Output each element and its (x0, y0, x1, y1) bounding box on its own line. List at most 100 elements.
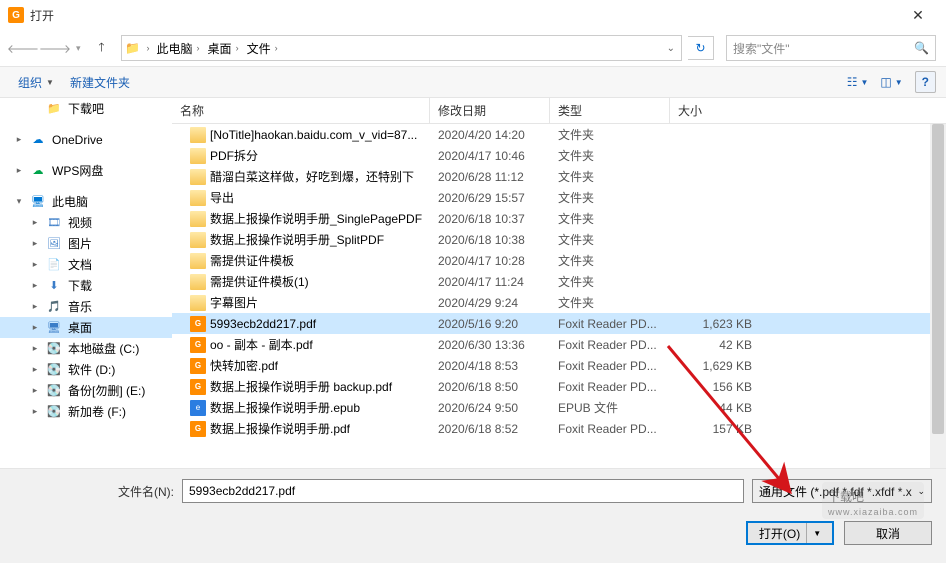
file-row[interactable]: PDF拆分2020/4/17 10:46文件夹 (172, 145, 946, 166)
folder-icon (190, 274, 206, 290)
file-size: 156 KB (670, 380, 760, 394)
sidebar-item[interactable]: ▸🖥桌面 (0, 317, 172, 338)
file-type: 文件夹 (550, 231, 670, 248)
window-title: 打开 (30, 7, 898, 24)
sidebar-item-label: WPS网盘 (52, 162, 103, 179)
sidebar-item[interactable]: 📁下载吧 (0, 98, 172, 119)
scrollbar[interactable] (930, 124, 946, 468)
address-row: 🡐 🡒 ▾ 🡑 📁 › 此电脑› 桌面› 文件› ⌄ ↻ 搜索"文件" 🔍 (0, 30, 946, 66)
file-row[interactable]: 字幕图片2020/4/29 9:24文件夹 (172, 292, 946, 313)
expand-icon[interactable]: ▸ (30, 217, 40, 228)
titlebar: G 打开 ✕ (0, 0, 946, 30)
file-row[interactable]: 数据上报操作说明手册_SinglePagePDF2020/6/18 10:37文… (172, 208, 946, 229)
file-type: 文件夹 (550, 252, 670, 269)
expand-icon[interactable]: ▸ (30, 238, 40, 249)
breadcrumb-item[interactable]: 此电脑› (153, 36, 204, 60)
file-date: 2020/5/16 9:20 (430, 317, 550, 331)
file-type: Foxit Reader PD... (550, 422, 670, 436)
sidebar-item[interactable]: ▸☁WPS网盘 (0, 160, 172, 181)
file-row[interactable]: G数据上报操作说明手册.pdf2020/6/18 8:52Foxit Reade… (172, 418, 946, 439)
file-row[interactable]: 醋溜白菜这样做，好吃到爆，还特别下2020/6/28 11:12文件夹 (172, 166, 946, 187)
column-name[interactable]: 名称 (172, 98, 430, 123)
close-button[interactable]: ✕ (898, 0, 938, 30)
sidebar-item-label: 图片 (68, 235, 92, 252)
up-button[interactable]: 🡑 (89, 35, 115, 61)
file-row[interactable]: G5993ecb2dd217.pdf2020/5/16 9:20Foxit Re… (172, 313, 946, 334)
forward-button: 🡒 (42, 35, 68, 61)
chevron-right-icon: › (144, 43, 153, 53)
pdf-icon: G (190, 337, 206, 353)
folder-icon (190, 127, 206, 143)
sidebar-item[interactable]: ▸💽本地磁盘 (C:) (0, 338, 172, 359)
split-dropdown-icon[interactable]: ▼ (806, 523, 821, 543)
expand-icon[interactable]: ▸ (14, 134, 24, 145)
expand-icon[interactable]: ▸ (30, 343, 40, 354)
new-folder-button[interactable]: 新建文件夹 (62, 70, 138, 95)
preview-pane-button[interactable]: ◫▼ (874, 72, 908, 92)
file-date: 2020/4/18 8:53 (430, 359, 550, 373)
expand-icon[interactable]: ▸ (30, 385, 40, 396)
sidebar-item[interactable]: ▸☁OneDrive (0, 129, 172, 150)
file-date: 2020/6/18 10:38 (430, 233, 550, 247)
column-type[interactable]: 类型 (550, 98, 670, 123)
sidebar-item[interactable]: ▸ 🖼 图片 (0, 233, 172, 254)
pic-icon: 🖼 (46, 236, 62, 252)
sidebar-item[interactable]: ▸📄文档 (0, 254, 172, 275)
view-mode-button[interactable]: ☷▼ (841, 72, 875, 92)
file-date: 2020/6/18 8:50 (430, 380, 550, 394)
expand-icon[interactable]: ▸ (14, 165, 24, 176)
back-button[interactable]: 🡐 (10, 35, 36, 61)
file-row[interactable]: 数据上报操作说明手册_SplitPDF2020/6/18 10:38文件夹 (172, 229, 946, 250)
sidebar-item-label: OneDrive (52, 133, 103, 147)
expand-icon[interactable]: ▸ (30, 280, 40, 291)
sidebar: 📁下载吧▸☁OneDrive▸☁WPS网盘▾🖥此电脑▸🎞视频▸🖼图片▸📄文档▸⬇… (0, 98, 172, 468)
breadcrumb-dropdown[interactable]: ⌄ (660, 43, 681, 54)
folder-icon (190, 169, 206, 185)
file-name: 需提供证件模板 (172, 252, 430, 269)
pdf-icon: G (190, 316, 206, 332)
file-row[interactable]: e数据上报操作说明手册.epub2020/6/24 9:50EPUB 文件44 … (172, 397, 946, 418)
file-row[interactable]: 需提供证件模板(1)2020/4/17 11:24文件夹 (172, 271, 946, 292)
sidebar-item-label: 软件 (D:) (68, 361, 115, 378)
file-row[interactable]: 导出2020/6/29 15:57文件夹 (172, 187, 946, 208)
main-area: 📁下载吧▸☁OneDrive▸☁WPS网盘▾🖥此电脑▸🎞视频▸🖼图片▸📄文档▸⬇… (0, 98, 946, 468)
help-button[interactable]: ? (915, 71, 936, 93)
history-dropdown[interactable]: ▾ (74, 43, 83, 54)
open-button[interactable]: 打开(O)▼ (746, 521, 834, 545)
search-input[interactable]: 搜索"文件" 🔍 (726, 35, 936, 61)
expand-icon[interactable]: ▾ (14, 196, 24, 207)
breadcrumb[interactable]: 📁 › 此电脑› 桌面› 文件› ⌄ (121, 35, 682, 61)
sidebar-item[interactable]: ▸🎵音乐 (0, 296, 172, 317)
chevron-right-icon: › (275, 43, 278, 53)
expand-icon[interactable]: ▸ (30, 364, 40, 375)
folder-icon (190, 148, 206, 164)
expand-icon[interactable]: ▸ (30, 301, 40, 312)
expand-icon[interactable]: ▸ (30, 406, 40, 417)
filename-input[interactable] (182, 479, 744, 503)
search-icon: 🔍 (914, 41, 929, 55)
refresh-button[interactable]: ↻ (688, 36, 714, 60)
file-size: 157 KB (670, 422, 760, 436)
file-row[interactable]: G快转加密.pdf2020/4/18 8:53Foxit Reader PD..… (172, 355, 946, 376)
column-size[interactable]: 大小 (670, 98, 946, 123)
file-row[interactable]: [NoTitle]haokan.baidu.com_v_vid=87...202… (172, 124, 946, 145)
sidebar-item[interactable]: ▾🖥此电脑 (0, 191, 172, 212)
file-size: 44 KB (670, 401, 760, 415)
sidebar-item[interactable]: ▸💽软件 (D:) (0, 359, 172, 380)
sidebar-item[interactable]: ▸🎞视频 (0, 212, 172, 233)
expand-icon[interactable]: ▸ (30, 322, 40, 333)
expand-icon[interactable]: ▸ (30, 259, 40, 270)
file-name: G5993ecb2dd217.pdf (172, 316, 430, 332)
breadcrumb-item[interactable]: 文件› (243, 36, 282, 60)
organize-button[interactable]: 组织▼ (10, 70, 62, 95)
file-row[interactable]: Goo - 副本 - 副本.pdf2020/6/30 13:36Foxit Re… (172, 334, 946, 355)
column-date[interactable]: 修改日期 (430, 98, 550, 123)
file-row[interactable]: G数据上报操作说明手册 backup.pdf2020/6/18 8:50Foxi… (172, 376, 946, 397)
cancel-button[interactable]: 取消 (844, 521, 932, 545)
epub-icon: e (190, 400, 206, 416)
file-row[interactable]: 需提供证件模板2020/4/17 10:28文件夹 (172, 250, 946, 271)
breadcrumb-item[interactable]: 桌面› (204, 36, 243, 60)
sidebar-item[interactable]: ▸⬇下载 (0, 275, 172, 296)
sidebar-item[interactable]: ▸💽备份[勿删] (E:) (0, 380, 172, 401)
sidebar-item[interactable]: ▸💽新加卷 (F:) (0, 401, 172, 422)
